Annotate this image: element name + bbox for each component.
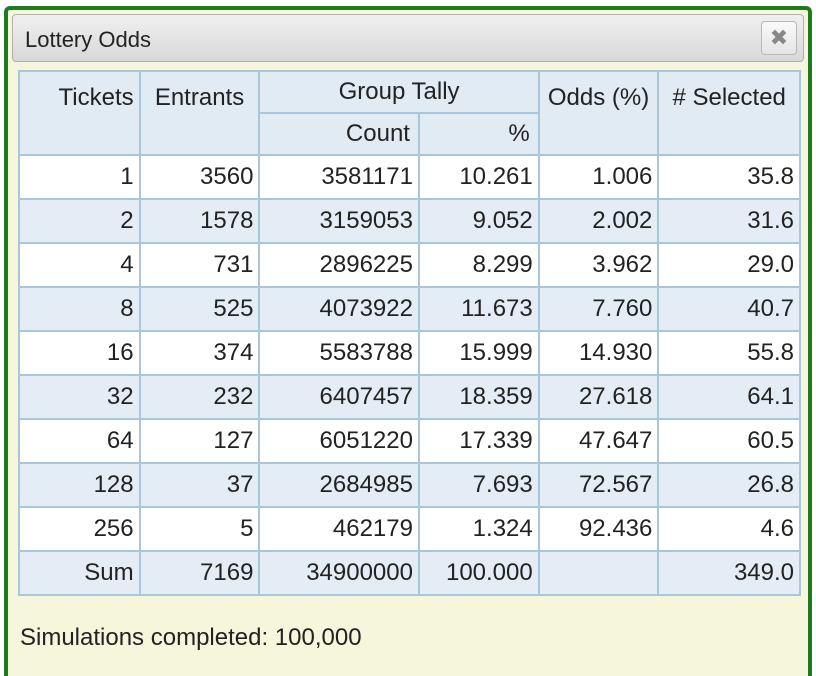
- cell-entrants: 374: [138, 330, 261, 376]
- cell-count: 34900000: [258, 550, 420, 596]
- cell-percent: 11.673: [417, 286, 540, 332]
- header-tickets: Tickets: [18, 70, 141, 156]
- cell-count: 3581171: [258, 154, 420, 200]
- odds-table-body: 1 3560 3581171 10.261 1.006 35.8 2 1578 3159053 9…: [18, 154, 801, 596]
- cell-tickets: 1: [18, 154, 141, 200]
- cell-tickets: 2: [18, 198, 141, 244]
- table-row: 2 1578 3159053 9.052 2.002 31.6: [18, 198, 801, 244]
- cell-selected: 55.8: [657, 330, 801, 376]
- header-group-tally: Group Tally: [258, 70, 540, 114]
- header-selected: # Selected: [657, 70, 801, 156]
- cell-count: 3159053: [258, 198, 420, 244]
- sum-row: Sum 7169 34900000 100.000 349.0: [18, 550, 801, 596]
- cell-percent: 1.324: [417, 506, 540, 552]
- cell-selected: 40.7: [657, 286, 801, 332]
- cell-selected: 35.8: [657, 154, 801, 200]
- cell-count: 2896225: [258, 242, 420, 288]
- cell-percent: 10.261: [417, 154, 540, 200]
- cell-tickets: Sum: [18, 550, 141, 596]
- cell-tickets: 4: [18, 242, 141, 288]
- cell-count: 5583788: [258, 330, 420, 376]
- cell-entrants: 731: [138, 242, 261, 288]
- table-row: 16 374 5583788 15.999 14.930 55.8: [18, 330, 801, 376]
- cell-odds: 27.618: [537, 374, 660, 420]
- cell-percent: 7.693: [417, 462, 540, 508]
- cell-count: 4073922: [258, 286, 420, 332]
- table-row: 256 5 462179 1.324 92.436 4.6: [18, 506, 801, 552]
- dialog-titlebar[interactable]: Lottery Odds ✖: [12, 14, 804, 62]
- cell-percent: 17.339: [417, 418, 540, 464]
- table-row: 64 127 6051220 17.339 47.647 60.5: [18, 418, 801, 464]
- cell-odds: 2.002: [537, 198, 660, 244]
- cell-odds: 14.930: [537, 330, 660, 376]
- cell-percent: 15.999: [417, 330, 540, 376]
- simulations-status: Simulations completed: 100,000: [20, 624, 362, 651]
- cell-odds: [537, 550, 660, 596]
- cell-tickets: 128: [18, 462, 141, 508]
- cell-selected: 26.8: [657, 462, 801, 508]
- lottery-odds-dialog: Lottery Odds ✖ Tickets Entrants Group Ta…: [4, 6, 812, 676]
- cell-entrants: 3560: [138, 154, 261, 200]
- cell-odds: 1.006: [537, 154, 660, 200]
- cell-percent: 9.052: [417, 198, 540, 244]
- cell-tickets: 16: [18, 330, 141, 376]
- cell-entrants: 232: [138, 374, 261, 420]
- cell-entrants: 1578: [138, 198, 261, 244]
- close-icon: ✖: [769, 25, 789, 50]
- cell-entrants: 5: [138, 506, 261, 552]
- close-button[interactable]: ✖: [761, 21, 797, 55]
- dialog-title: Lottery Odds: [25, 27, 151, 52]
- cell-odds: 72.567: [537, 462, 660, 508]
- cell-percent: 100.000: [417, 550, 540, 596]
- cell-selected: 64.1: [657, 374, 801, 420]
- cell-tickets: 64: [18, 418, 141, 464]
- cell-entrants: 7169: [138, 550, 261, 596]
- header-entrants: Entrants: [138, 70, 261, 156]
- table-row: 1 3560 3581171 10.261 1.006 35.8: [18, 154, 801, 200]
- cell-tickets: 8: [18, 286, 141, 332]
- cell-tickets: 256: [18, 506, 141, 552]
- cell-selected: 31.6: [657, 198, 801, 244]
- header-odds: Odds (%): [537, 70, 660, 156]
- header-count: Count: [258, 112, 420, 156]
- cell-entrants: 127: [138, 418, 261, 464]
- cell-odds: 47.647: [537, 418, 660, 464]
- cell-selected: 29.0: [657, 242, 801, 288]
- cell-odds: 3.962: [537, 242, 660, 288]
- cell-odds: 7.760: [537, 286, 660, 332]
- cell-selected: 4.6: [657, 506, 801, 552]
- cell-entrants: 525: [138, 286, 261, 332]
- cell-percent: 8.299: [417, 242, 540, 288]
- cell-selected: 349.0: [657, 550, 801, 596]
- table-row: 32 232 6407457 18.359 27.618 64.1: [18, 374, 801, 420]
- table-row: 4 731 2896225 8.299 3.962 29.0: [18, 242, 801, 288]
- cell-entrants: 37: [138, 462, 261, 508]
- cell-count: 6407457: [258, 374, 420, 420]
- cell-count: 462179: [258, 506, 420, 552]
- table-row: 128 37 2684985 7.693 72.567 26.8: [18, 462, 801, 508]
- odds-table: Tickets Entrants Group Tally Odds (%) # …: [18, 70, 801, 596]
- cell-odds: 92.436: [537, 506, 660, 552]
- table-row: 8 525 4073922 11.673 7.760 40.7: [18, 286, 801, 332]
- cell-tickets: 32: [18, 374, 141, 420]
- header-percent: %: [417, 112, 540, 156]
- cell-count: 2684985: [258, 462, 420, 508]
- cell-percent: 18.359: [417, 374, 540, 420]
- cell-count: 6051220: [258, 418, 420, 464]
- cell-selected: 60.5: [657, 418, 801, 464]
